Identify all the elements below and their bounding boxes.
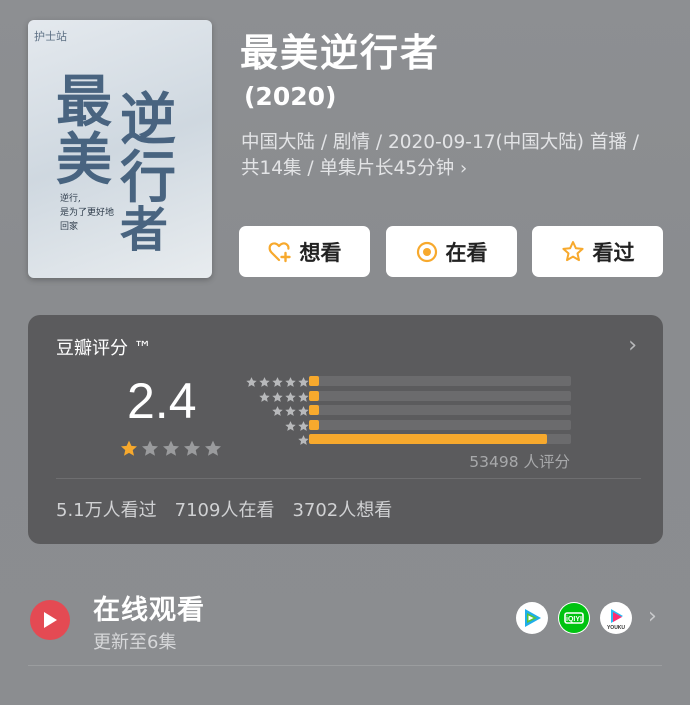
poster-title-char: 行 [120, 145, 178, 211]
rating-card[interactable]: 豆瓣评分 ™ › 2.4 53498 人评分 5.1万人看过 7109人在看 3… [28, 315, 663, 544]
star-icon [271, 389, 284, 404]
distribution-bar-track [309, 405, 571, 416]
chevron-right-icon: › [459, 158, 468, 179]
distribution-bar [309, 376, 320, 386]
star-icon [271, 374, 284, 389]
star-icon [140, 439, 160, 463]
distribution-star-label [234, 432, 310, 447]
movie-meta-text: 中国大陆 / 剧情 / 2020-09-17(中国大陆) 首播 / 共14集 /… [241, 132, 639, 179]
star-icon [245, 374, 258, 389]
play-icon[interactable] [30, 600, 70, 640]
youku-logo-text: YOUKU [607, 625, 625, 631]
rating-count: 53498 人评分 [469, 453, 570, 471]
poster-image[interactable]: 护士站 最 逆 美 行 者 逆行, 是为了更好地 回家 [28, 20, 212, 278]
poster-title-char: 逆 [120, 87, 178, 153]
movie-year: (2020) [244, 82, 337, 111]
target-icon [416, 241, 438, 263]
distribution-bar-track [309, 390, 571, 401]
star-icon [284, 389, 297, 404]
distribution-bar-track [309, 376, 571, 386]
seen-count: 5.1万人看过 [56, 500, 157, 521]
movie-meta[interactable]: 中国大陆 / 剧情 / 2020-09-17(中国大陆) 首播 / 共14集 /… [241, 130, 661, 182]
iqiyi-icon[interactable]: iQIYI [558, 602, 590, 634]
want-button[interactable]: 想看 [239, 226, 370, 277]
want-count: 3702人想看 [292, 500, 393, 521]
watched-button[interactable]: 看过 [532, 226, 663, 277]
poster-tagline: 是为了更好地 [60, 208, 115, 218]
heart-plus-icon [268, 241, 292, 263]
watching-count: 7109人在看 [174, 500, 275, 521]
youku-icon[interactable]: YOUKU [600, 602, 632, 634]
divider [28, 665, 662, 666]
star-icon [258, 389, 271, 404]
poster-tagline: 回家 [60, 222, 79, 232]
movie-title: 最美逆行者 [240, 31, 441, 75]
watching-button-label: 在看 [445, 240, 488, 265]
want-button-label: 想看 [299, 240, 342, 265]
distribution-bar-track [309, 419, 571, 430]
online-watch-subtitle: 更新至6集 [93, 632, 177, 653]
online-watch-title[interactable]: 在线观看 [93, 588, 205, 627]
star-icon [258, 374, 271, 389]
poster-tagline: 逆行, [60, 194, 81, 204]
distribution-bar [309, 390, 320, 401]
rating-heading: 豆瓣评分 ™ [56, 338, 152, 359]
distribution-star-label [234, 374, 310, 389]
poster-tag: 护士站 [34, 30, 67, 43]
divider [56, 478, 641, 479]
distribution-star-label [234, 418, 310, 433]
tencent-video-icon[interactable] [516, 602, 548, 634]
poster-title-char: 者 [120, 202, 171, 258]
distribution-bar [309, 434, 548, 445]
chevron-right-icon: › [628, 333, 637, 358]
distribution-bar [309, 405, 320, 416]
distribution-star-label [234, 403, 310, 418]
star-icon [182, 439, 202, 463]
star-icon [284, 374, 297, 389]
distribution-bar-track [309, 434, 571, 445]
rating-distribution-bars [309, 376, 571, 449]
star-icon [119, 439, 139, 463]
star-icon [271, 403, 284, 418]
rating-stats: 5.1万人看过 7109人在看 3702人想看 [56, 496, 392, 522]
star-icon [161, 439, 181, 463]
star-icon [203, 439, 223, 463]
distribution-bar [309, 419, 320, 430]
star-icon [284, 418, 297, 433]
watched-button-label: 看过 [592, 240, 635, 265]
star-outline-icon [561, 240, 585, 263]
poster-title-char: 最 [56, 69, 114, 135]
rating-score: 2.4 [127, 373, 197, 429]
star-icon [284, 403, 297, 418]
chevron-right-icon[interactable]: › [648, 604, 657, 629]
distribution-star-label [234, 389, 310, 404]
score-stars [119, 439, 223, 463]
watching-button[interactable]: 在看 [386, 226, 517, 277]
iqiyi-logo-text: iQIYI [566, 616, 582, 623]
distribution-star-labels [234, 374, 310, 447]
poster-title-char: 美 [56, 127, 114, 193]
